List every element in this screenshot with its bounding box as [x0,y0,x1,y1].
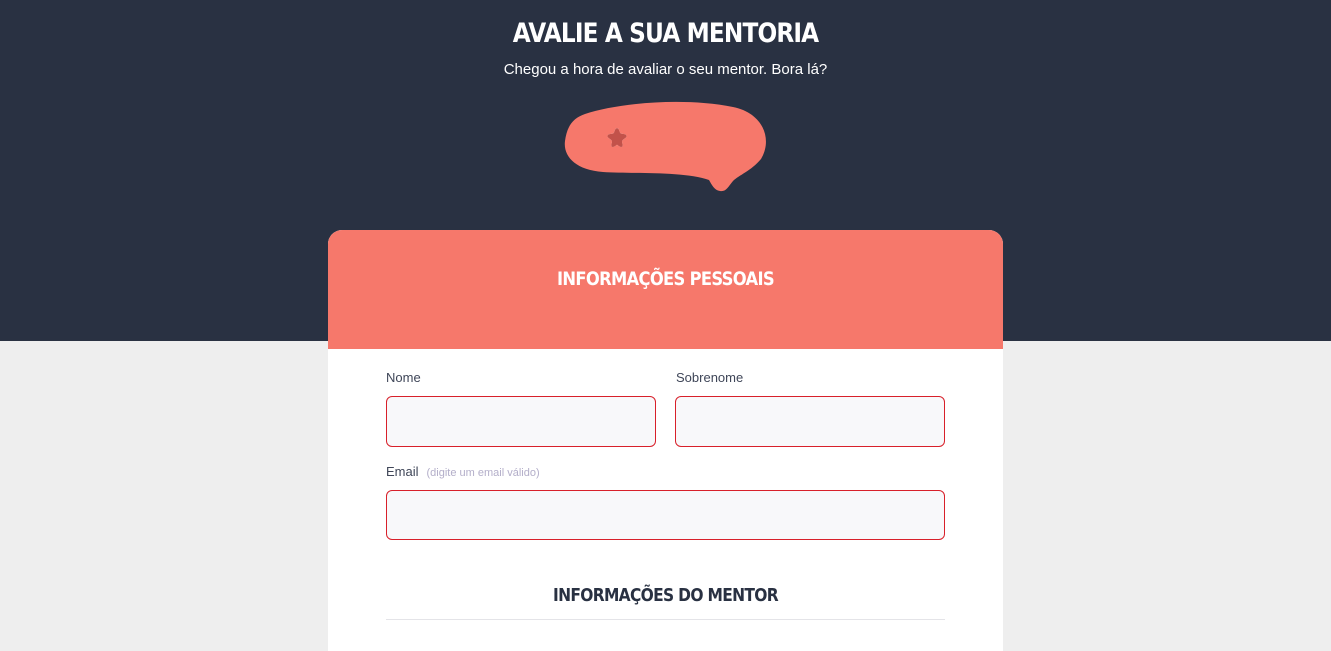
form-card: INFORMAÇÕES PESSOAIS Nome Sobrenome Emai… [328,230,1003,651]
email-label: Email [386,464,419,479]
email-hint: (digite um email válido) [426,467,540,479]
email-input[interactable] [386,490,945,540]
first-name-input[interactable] [386,396,656,447]
page-subtitle: Chegou a hora de avaliar o seu mentor. B… [503,61,828,78]
form-card-header: INFORMAÇÕES PESSOAIS [328,230,1003,349]
section-title-personal-info: INFORMAÇÕES PESSOAIS [557,268,775,290]
section-title-mentor-info: INFORMAÇÕES DO MENTOR [553,585,779,606]
speech-bubble-shape [564,101,766,192]
first-name-label: Nome [386,370,421,385]
page-title: AVALIE A SUA MENTORIA [512,18,819,49]
star-icon[interactable] [606,126,628,148]
last-name-label: Sobrenome [676,370,744,385]
rating-bubble [563,101,769,194]
email-label-row: Email (digite um email válido) [386,464,540,479]
last-name-input[interactable] [675,396,945,447]
section-divider [386,619,945,620]
